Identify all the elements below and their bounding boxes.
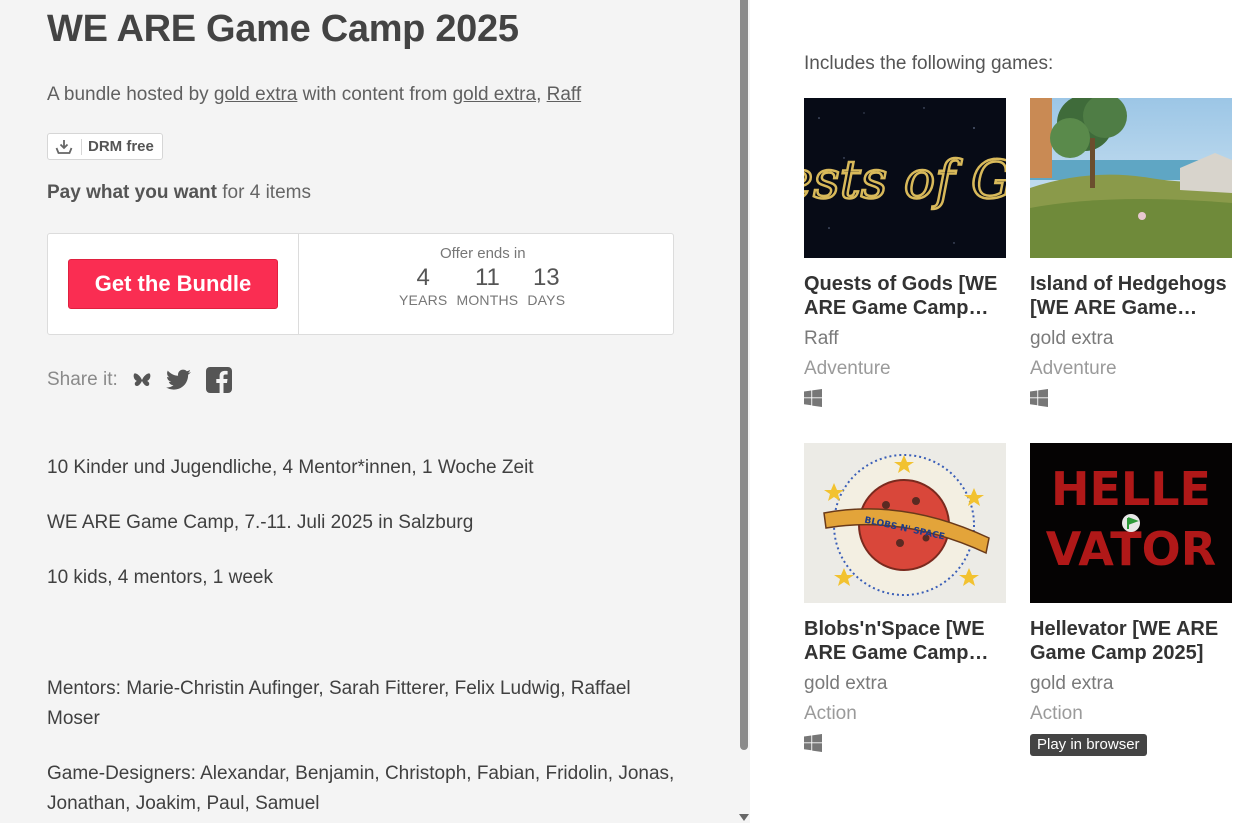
bluesky-icon[interactable] xyxy=(132,371,152,389)
countdown-value: 11 xyxy=(474,264,500,291)
offer-countdown: Offer ends in 4 YEARS 11 MONTHS 13 DAYS xyxy=(299,234,673,334)
countdown-unit: MONTHS xyxy=(456,292,519,308)
game-card: HELLE VATOR Hellevator [WE ARE Game Camp… xyxy=(1030,443,1232,756)
buy-cell: Get the Bundle xyxy=(48,234,299,334)
cover-text: Quests of Gods xyxy=(804,151,1006,211)
platform xyxy=(804,734,1006,756)
facebook-icon[interactable] xyxy=(205,367,232,393)
cover-text-top: HELLE xyxy=(1051,462,1211,516)
play-in-browser-badge: Play in browser xyxy=(1030,734,1147,756)
subtitle-mid: with content from xyxy=(302,84,448,105)
drm-free-badge: DRM free xyxy=(47,133,163,160)
offer-ends-label: Offer ends in xyxy=(440,245,526,262)
game-cover-island-of-hedgehogs[interactable] xyxy=(1030,98,1232,258)
description-line: WE ARE Game Camp, 7.-11. Juli 2025 in Sa… xyxy=(47,512,474,533)
scroll-down-arrow-icon[interactable] xyxy=(739,814,749,821)
bundle-subtitle: A bundle hosted by gold extra with conte… xyxy=(47,84,581,106)
countdown-units: 4 YEARS 11 MONTHS 13 DAYS xyxy=(399,264,673,308)
subtitle-prefix: A bundle hosted by xyxy=(47,84,209,105)
game-title[interactable]: Island of Hedgehogs [WE ARE Game Camp 20… xyxy=(1030,272,1232,320)
scrollbar[interactable] xyxy=(738,0,750,823)
includes-heading: Includes the following games: xyxy=(804,53,1054,74)
pay-bold: Pay what you want xyxy=(47,182,217,203)
scrollbar-thumb[interactable] xyxy=(740,0,748,750)
countdown-value: 13 xyxy=(532,264,560,291)
page-title: WE ARE Game Camp 2025 xyxy=(47,8,519,50)
buy-box: Get the Bundle Offer ends in 4 YEARS 11 … xyxy=(47,233,674,335)
windows-icon xyxy=(804,389,822,407)
description-line: 10 Kinder und Jugendliche, 4 Mentor*inne… xyxy=(47,457,534,478)
game-author[interactable]: gold extra xyxy=(1030,671,1232,697)
share-row: Share it: xyxy=(47,367,232,393)
description-line: 10 kids, 4 mentors, 1 week xyxy=(47,567,273,588)
game-title[interactable]: Blobs'n'Space [WE ARE Game Camp 2025] xyxy=(804,617,1006,665)
contributor-link-raff[interactable]: Raff xyxy=(547,84,582,105)
windows-icon xyxy=(1030,389,1048,407)
game-genre: Action xyxy=(804,703,857,724)
game-cover-quests-of-gods[interactable]: Quests of Gods xyxy=(804,98,1006,258)
download-icon xyxy=(54,138,82,155)
game-genre: Adventure xyxy=(1030,358,1117,379)
contributor-separator: , xyxy=(536,84,542,105)
included-games-panel: Includes the following games: Quests of … xyxy=(750,0,1249,823)
description-line: Mentors: Marie-Christin Aufinger, Sarah … xyxy=(47,678,631,729)
share-label: Share it: xyxy=(47,369,118,390)
game-title[interactable]: Quests of Gods [WE ARE Game Camp 2025] xyxy=(804,272,1006,320)
game-cover-hellevator[interactable]: HELLE VATOR xyxy=(1030,443,1232,603)
platform: Play in browser xyxy=(1030,734,1232,756)
pay-what-you-want: Pay what you want for 4 items xyxy=(47,182,311,204)
game-card: Island of Hedgehogs [WE ARE Game Camp 20… xyxy=(1030,98,1232,411)
contributor-link-gold-extra[interactable]: gold extra xyxy=(453,84,536,105)
platform xyxy=(1030,389,1232,411)
description-line: Game-Designers: Alexandar, Benjamin, Chr… xyxy=(47,763,675,814)
game-card: Quests of Gods Quests of Gods [WE ARE Ga… xyxy=(804,98,1006,411)
game-genre: Action xyxy=(1030,703,1083,724)
game-card: BLOBS N' SPACE Blobs'n'Space [WE ARE Gam… xyxy=(804,443,1006,756)
windows-icon xyxy=(804,734,822,752)
get-bundle-button[interactable]: Get the Bundle xyxy=(68,259,278,309)
game-genre: Adventure xyxy=(804,358,891,379)
countdown-days: 13 DAYS xyxy=(527,264,565,308)
countdown-unit: YEARS xyxy=(399,292,448,308)
host-link[interactable]: gold extra xyxy=(214,84,297,105)
bundle-info-panel: WE ARE Game Camp 2025 A bundle hosted by… xyxy=(0,0,738,823)
countdown-unit: DAYS xyxy=(527,292,566,308)
pay-rest: for 4 items xyxy=(222,182,311,203)
countdown-years: 4 YEARS xyxy=(399,264,447,308)
countdown-months: 11 MONTHS xyxy=(456,264,518,308)
game-cover-blobs-n-space[interactable]: BLOBS N' SPACE xyxy=(804,443,1006,603)
game-title[interactable]: Hellevator [WE ARE Game Camp 2025] xyxy=(1030,617,1232,665)
game-author[interactable]: Raff xyxy=(804,326,1006,352)
game-author[interactable]: gold extra xyxy=(1030,326,1232,352)
twitter-icon[interactable] xyxy=(165,369,192,391)
drm-free-label: DRM free xyxy=(88,138,154,155)
countdown-value: 4 xyxy=(416,264,430,291)
game-author[interactable]: gold extra xyxy=(804,671,1006,697)
platform xyxy=(804,389,1006,411)
